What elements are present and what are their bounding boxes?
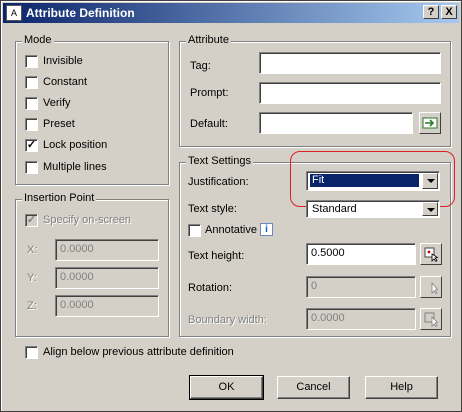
default-input[interactable] <box>259 112 413 134</box>
pick-point-icon <box>424 312 439 328</box>
help-button[interactable]: Help <box>365 376 438 399</box>
app-icon: A <box>6 5 22 21</box>
verify-label: Verify <box>43 97 71 109</box>
lock-position-checkbox[interactable]: ✓ <box>25 139 38 152</box>
x-field[interactable]: 0.0000 <box>55 239 159 261</box>
insert-field-icon <box>422 117 438 129</box>
text-height-input[interactable]: 0.5000 <box>306 243 416 265</box>
text-height-label: Text height: <box>188 250 245 262</box>
chevron-down-icon[interactable] <box>422 202 438 216</box>
tag-input[interactable] <box>259 52 441 74</box>
x-label: X: <box>27 244 38 256</box>
multiple-lines-checkbox[interactable] <box>25 161 38 174</box>
specify-on-screen-label: Specify on-screen <box>43 214 132 226</box>
ok-button[interactable]: OK <box>189 375 264 400</box>
window-title: Attribute Definition <box>26 6 135 20</box>
rotation-input[interactable]: 0 <box>306 276 416 298</box>
help-title-button[interactable]: ? <box>423 5 439 19</box>
close-button[interactable]: X <box>441 5 457 19</box>
rotation-pick-button[interactable] <box>420 276 442 298</box>
text-style-dropdown[interactable]: Standard <box>306 200 440 218</box>
pick-point-icon <box>424 247 439 263</box>
pick-point-icon <box>431 281 439 295</box>
text-style-label: Text style: <box>188 203 237 215</box>
preset-checkbox[interactable] <box>25 118 38 131</box>
verify-checkbox[interactable] <box>25 97 38 110</box>
preset-label: Preset <box>43 118 75 130</box>
constant-label: Constant <box>43 76 88 88</box>
text-settings-title: Text Settings <box>186 155 253 167</box>
boundary-width-input[interactable]: 0.0000 <box>306 308 416 330</box>
lock-position-label: Lock position <box>43 139 108 151</box>
y-field[interactable]: 0.0000 <box>55 267 159 289</box>
justification-label: Justification: <box>188 176 249 188</box>
y-label: Y: <box>27 272 37 284</box>
default-label: Default: <box>190 118 228 130</box>
title-bar: A Attribute Definition ? X <box>3 3 459 23</box>
prompt-label: Prompt: <box>190 87 229 99</box>
boundary-width-pick-button[interactable] <box>420 308 442 330</box>
z-label: Z: <box>27 300 37 312</box>
align-below-checkbox[interactable] <box>25 346 38 359</box>
prompt-input[interactable] <box>259 82 441 104</box>
specify-on-screen-checkbox[interactable]: ✓ <box>25 214 38 227</box>
multiple-lines-label: Multiple lines <box>43 161 107 173</box>
text-height-pick-button[interactable] <box>420 243 442 265</box>
annotative-label: Annotative <box>205 224 257 236</box>
annotation-highlight-ring <box>290 151 455 207</box>
mode-title: Mode <box>22 34 54 46</box>
align-below-label: Align below previous attribute definitio… <box>43 346 234 358</box>
insertion-point-title: Insertion Point <box>22 192 97 204</box>
constant-checkbox[interactable] <box>25 76 38 89</box>
invisible-label: Invisible <box>43 55 83 67</box>
rotation-label: Rotation: <box>188 282 233 294</box>
tag-label: Tag: <box>190 60 211 72</box>
z-field[interactable]: 0.0000 <box>55 295 159 317</box>
text-style-value: Standard <box>312 203 357 215</box>
annotative-checkbox[interactable] <box>188 224 201 237</box>
cancel-button[interactable]: Cancel <box>277 376 350 399</box>
boundary-width-label: Boundary width: <box>188 314 267 326</box>
invisible-checkbox[interactable] <box>25 55 38 68</box>
attribute-title: Attribute <box>186 34 231 46</box>
info-icon[interactable]: i <box>260 223 273 236</box>
insert-field-button[interactable] <box>419 112 441 134</box>
attribute-definition-dialog: A Attribute Definition ? X Mode Invisibl… <box>0 0 462 412</box>
